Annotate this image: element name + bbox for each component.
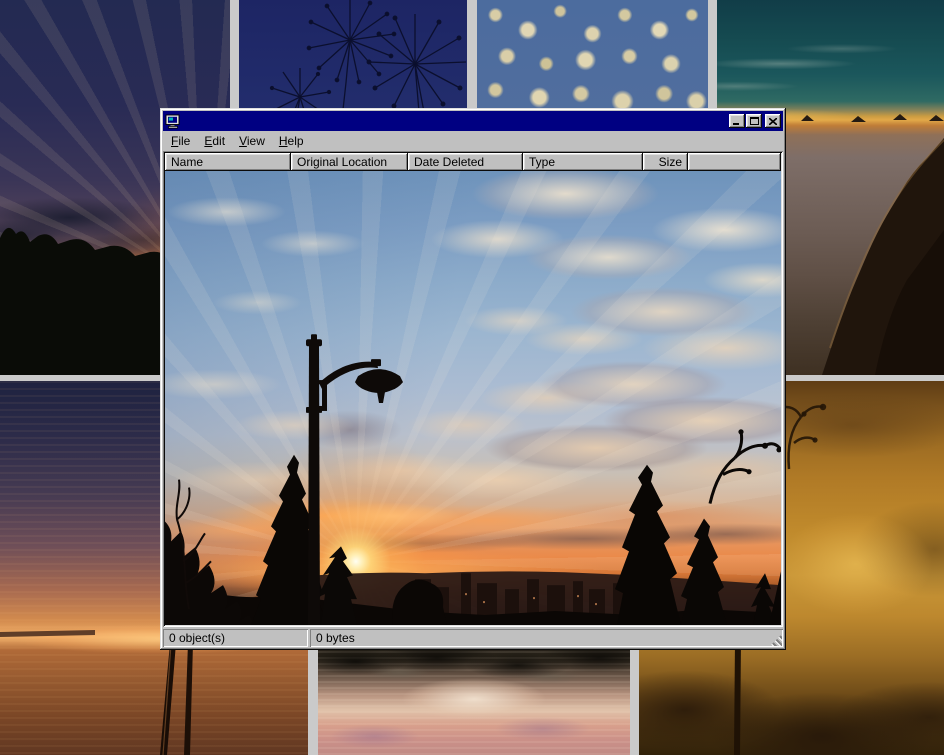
status-bytes-text: 0 bytes [316,631,355,645]
status-byte-count: 0 bytes [310,629,783,647]
column-header-original-location[interactable]: Original Location [291,153,408,171]
menu-bar: File Edit View Help [163,131,783,151]
minimize-icon [733,118,741,125]
computer-icon[interactable] [165,114,181,129]
windblown-tree-top [710,432,781,504]
column-headers: Name Original Location Date Deleted Type… [165,153,781,171]
menu-help[interactable]: Help [272,132,311,151]
column-header-size[interactable]: Size [643,153,688,171]
status-object-count: 0 object(s) [163,629,308,647]
sunset-photo-silhouettes [165,171,781,625]
column-header-filler[interactable] [688,153,781,171]
menu-edit[interactable]: Edit [197,132,232,151]
menu-file[interactable]: File [164,132,197,151]
menu-view[interactable]: View [232,132,272,151]
window-controls [728,114,781,128]
maximize-icon [750,117,759,125]
desktop: File Edit View Help Name Original Locati… [0,0,944,755]
close-icon [769,118,777,125]
list-area-sunset-photo[interactable] [165,171,781,625]
resize-grip[interactable] [770,634,782,646]
column-header-type[interactable]: Type [523,153,643,171]
close-button[interactable] [765,114,781,128]
column-header-name[interactable]: Name [165,153,291,171]
status-bar: 0 object(s) 0 bytes [163,629,783,647]
maximize-button[interactable] [746,114,762,128]
recycle-bin-window: File Edit View Help Name Original Locati… [160,108,786,650]
file-list-view: Name Original Location Date Deleted Type… [163,151,783,627]
minimize-button[interactable] [729,114,745,128]
title-bar[interactable] [163,111,783,131]
column-header-date-deleted[interactable]: Date Deleted [408,153,523,171]
